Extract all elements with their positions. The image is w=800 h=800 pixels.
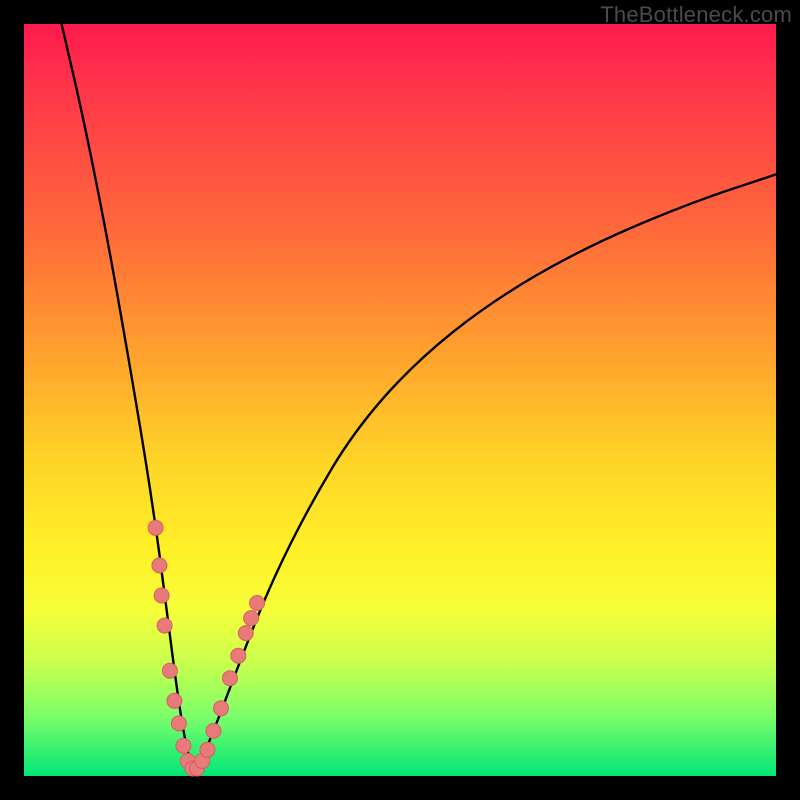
highlight-dot xyxy=(167,693,182,708)
highlight-dot xyxy=(238,626,253,641)
highlight-dot xyxy=(176,738,191,753)
highlight-dot xyxy=(200,742,215,757)
highlight-dot xyxy=(157,618,172,633)
highlight-dot xyxy=(250,596,265,611)
bottleneck-plot xyxy=(24,24,776,776)
chart-frame xyxy=(24,24,776,776)
highlight-dot xyxy=(244,611,259,626)
bottleneck-curve xyxy=(62,24,776,766)
highlight-dot xyxy=(214,701,229,716)
highlight-dot xyxy=(148,520,163,535)
highlight-dot xyxy=(152,558,167,573)
highlight-dot xyxy=(223,671,238,686)
highlight-dot xyxy=(231,648,246,663)
highlight-dot xyxy=(171,716,186,731)
highlight-dots-group xyxy=(148,520,265,776)
highlight-dot xyxy=(154,588,169,603)
highlight-dot xyxy=(162,663,177,678)
highlight-dot xyxy=(206,723,221,738)
